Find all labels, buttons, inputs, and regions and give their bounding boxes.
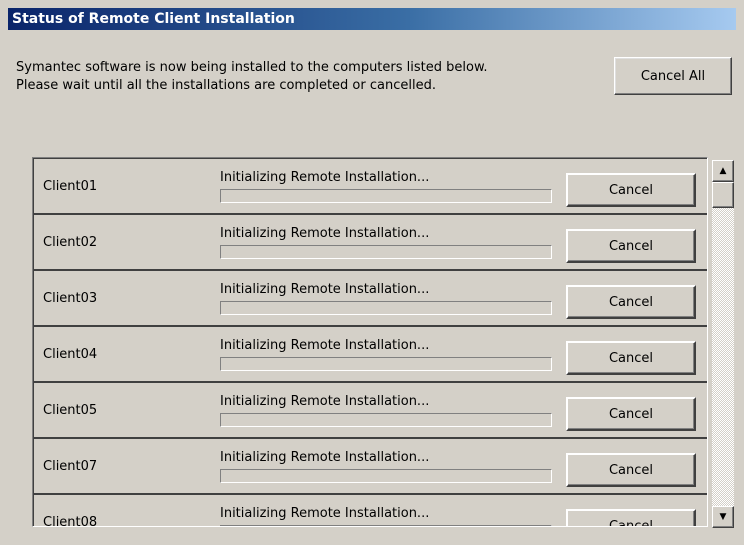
install-progress-bar — [220, 301, 552, 315]
cancel-button[interactable]: Cancel — [566, 173, 696, 207]
scroll-down-button[interactable]: ▼ — [712, 506, 734, 528]
client-row: Client04 Initializing Remote Installation… — [34, 327, 707, 383]
cancel-button[interactable]: Cancel — [566, 509, 696, 526]
install-progress-bar — [220, 357, 552, 371]
window-title: Status of Remote Client Installation — [12, 11, 295, 27]
install-status-text: Initializing Remote Installation... — [220, 226, 430, 241]
install-progress-bar — [220, 245, 552, 259]
client-list-body: Client01 Initializing Remote Installation… — [33, 158, 707, 526]
cancel-button[interactable]: Cancel — [566, 397, 696, 431]
scroll-down-arrow-icon: ▼ — [719, 511, 727, 522]
install-status-text: Initializing Remote Installation... — [220, 506, 430, 521]
install-status-text: Initializing Remote Installation... — [220, 338, 430, 353]
client-name: Client04 — [43, 347, 98, 362]
install-progress-bar — [220, 413, 552, 427]
window-title-bar[interactable]: Status of Remote Client Installation — [8, 8, 736, 30]
client-name: Client02 — [43, 235, 98, 250]
client-name: Client03 — [43, 291, 98, 306]
install-status-text: Initializing Remote Installation... — [220, 170, 430, 185]
scroll-thumb[interactable] — [712, 182, 734, 208]
install-status-text: Initializing Remote Installation... — [220, 394, 430, 409]
scroll-up-button[interactable]: ▲ — [712, 160, 734, 182]
scroll-up-arrow-icon: ▲ — [719, 165, 727, 176]
client-list-scrollbar[interactable]: ▲ ▼ — [712, 160, 734, 528]
cancel-button[interactable]: Cancel — [566, 453, 696, 487]
install-progress-bar — [220, 189, 552, 203]
client-row: Client05 Initializing Remote Installation… — [34, 383, 707, 439]
install-status-text: Initializing Remote Installation... — [220, 282, 430, 297]
install-progress-bar — [220, 469, 552, 483]
client-row: Client03 Initializing Remote Installation… — [34, 271, 707, 327]
client-name: Client08 — [43, 515, 98, 527]
client-name: Client05 — [43, 403, 98, 418]
client-row: Client02 Initializing Remote Installation… — [34, 215, 707, 271]
client-name: Client01 — [43, 179, 98, 194]
client-name: Client07 — [43, 459, 98, 474]
cancel-all-button[interactable]: Cancel All — [614, 57, 732, 95]
install-progress-bar — [220, 525, 552, 526]
client-list: Client01 Initializing Remote Installation… — [32, 157, 708, 527]
cancel-button[interactable]: Cancel — [566, 229, 696, 263]
cancel-button[interactable]: Cancel — [566, 285, 696, 319]
installation-message: Symantec software is now being installed… — [16, 60, 488, 93]
client-row: Client01 Initializing Remote Installation… — [34, 159, 707, 215]
client-row: Client07 Initializing Remote Installation… — [34, 439, 707, 495]
install-status-text: Initializing Remote Installation... — [220, 450, 430, 465]
cancel-button[interactable]: Cancel — [566, 341, 696, 375]
client-row: Client08 Initializing Remote Installation… — [34, 495, 707, 527]
